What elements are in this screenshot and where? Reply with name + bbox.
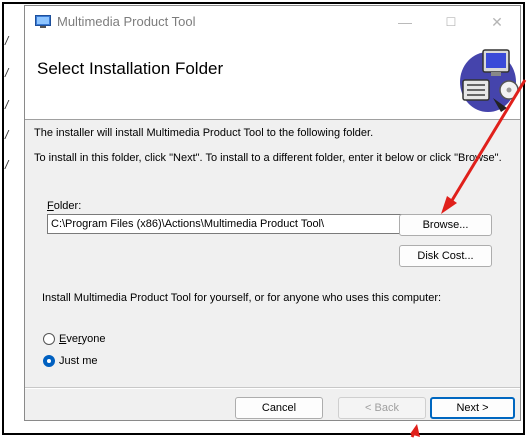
- background-fragment: /: [5, 128, 9, 142]
- radio-just-me-indicator[interactable]: [43, 355, 55, 367]
- background-fragment: /: [5, 158, 9, 172]
- next-button[interactable]: Next >: [430, 397, 515, 419]
- maximize-button[interactable]: ☐: [428, 6, 474, 38]
- cancel-button[interactable]: Cancel: [235, 397, 323, 419]
- install-scope-text: Install Multimedia Product Tool for your…: [42, 292, 442, 304]
- radio-just-me-label: Just me: [59, 355, 98, 367]
- background-fragment: /: [5, 98, 9, 112]
- close-icon: ✕: [491, 13, 503, 30]
- header-banner: Select Installation Folder: [25, 38, 520, 120]
- folder-label-accelerator: F: [47, 200, 54, 212]
- folder-path-input[interactable]: [47, 214, 409, 234]
- page-title: Select Installation Folder: [37, 59, 224, 78]
- minimize-button[interactable]: —: [382, 6, 428, 38]
- background-fragment: /: [5, 66, 9, 80]
- browse-button[interactable]: Browse...: [399, 214, 492, 236]
- intro-text-line1: The installer will install Multimedia Pr…: [34, 127, 374, 139]
- title-bar[interactable]: Multimedia Product Tool — ☐ ✕: [25, 6, 520, 38]
- installer-app-icon: [35, 15, 51, 28]
- computer-setup-icon: [460, 49, 519, 112]
- folder-label-text: older:: [53, 200, 82, 212]
- close-button[interactable]: ✕: [474, 6, 520, 38]
- back-button[interactable]: < Back: [338, 397, 426, 419]
- window-title: Multimedia Product Tool: [57, 14, 196, 29]
- radio-everyone[interactable]: Everyone: [43, 333, 106, 345]
- disk-cost-button[interactable]: Disk Cost...: [399, 245, 492, 267]
- radio-just-me[interactable]: Just me: [43, 355, 98, 367]
- footer-divider-highlight: [25, 388, 520, 389]
- installer-window: Multimedia Product Tool — ☐ ✕ Select Ins…: [24, 5, 521, 421]
- radio-everyone-indicator[interactable]: [43, 333, 55, 345]
- folder-label: Folder:: [47, 200, 81, 212]
- maximize-icon: ☐: [445, 15, 457, 29]
- screenshot-canvas: Multimedia Product Tool — ☐ ✕ Select Ins…: [0, 0, 529, 438]
- background-fragment: /: [5, 34, 9, 48]
- minimize-icon: —: [398, 14, 412, 30]
- radio-everyone-label: Everyone: [59, 333, 106, 345]
- intro-text-line2: To install in this folder, click "Next".…: [34, 152, 502, 164]
